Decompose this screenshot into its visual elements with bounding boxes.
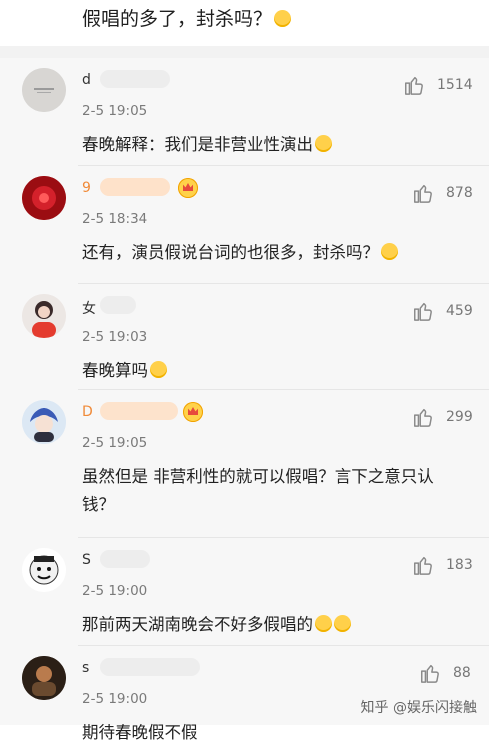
comment-item: S 2-5 19:00 那前两天湖南晚会不好多假唱的 183 (0, 538, 489, 646)
username-blur (100, 296, 136, 314)
username[interactable]: S (82, 552, 92, 568)
avatar[interactable] (22, 294, 66, 338)
like-count: 88 (453, 665, 471, 681)
laughing-emoji-icon (334, 615, 351, 632)
comment-text: 那前两天湖南晚会不好多假唱的 (82, 611, 462, 639)
thumb-up-icon (421, 664, 439, 683)
thumb-up-icon (414, 408, 432, 427)
comment-item: D 2-5 19:05 虽然但是 非营利性的就可以假唱？言下之意只认钱？ 299 (0, 390, 489, 538)
like-button[interactable]: 878 (412, 182, 473, 204)
comment-text: 虽然但是 非营利性的就可以假唱？言下之意只认钱？ (82, 467, 434, 514)
username[interactable]: D (82, 404, 94, 420)
top-comment-bar: 假唱的多了，封杀吗？ (0, 0, 489, 46)
comment-time: 2-5 19:00 (82, 583, 148, 599)
crown-badge-icon (178, 178, 198, 198)
emoji-icon (381, 243, 398, 260)
emoji-icon (274, 10, 292, 27)
like-button[interactable]: 1514 (403, 74, 473, 96)
comment-text: 期待春晚假不假 (82, 723, 198, 742)
like-count: 1514 (437, 77, 473, 93)
like-button[interactable]: 459 (412, 300, 473, 322)
username-blur (100, 550, 150, 568)
like-count: 878 (446, 185, 473, 201)
thumb-up-icon (405, 76, 423, 95)
comment-text: 春晚算吗 (82, 357, 462, 385)
watermark: 知乎 @娱乐闪接触 (360, 700, 477, 716)
comment-time: 2-5 19:03 (82, 329, 148, 345)
comment-text: 春晚解释：我们是非营业性演出 (82, 131, 462, 159)
avatar[interactable] (22, 400, 66, 444)
username[interactable]: 9 (82, 180, 92, 196)
avatar[interactable] (22, 548, 66, 592)
comment-text: 还有，演员假说台词的也很多，封杀吗？ (82, 239, 462, 267)
thumb-up-icon (414, 556, 432, 575)
thumb-up-icon (414, 302, 432, 321)
username[interactable]: 女 (82, 298, 97, 318)
comment-time: 2-5 19:05 (82, 103, 148, 119)
username[interactable]: d (82, 72, 92, 88)
comment-list: d 2-5 19:05 春晚解释：我们是非营业性演出 1514 9 2-5 18… (0, 58, 489, 742)
like-count: 459 (446, 303, 473, 319)
avatar[interactable] (22, 656, 66, 700)
laughing-emoji-icon (315, 615, 332, 632)
top-comment-text: 假唱的多了，封杀吗？ (82, 4, 292, 34)
comment-time: 2-5 19:00 (82, 691, 148, 707)
like-count: 299 (446, 409, 473, 425)
like-button[interactable]: 88 (419, 662, 471, 684)
like-count: 183 (446, 557, 473, 573)
username-blur (100, 70, 170, 88)
like-button[interactable]: 299 (412, 406, 473, 428)
username-blur (100, 178, 170, 196)
crown-badge-icon (183, 402, 203, 422)
comment-item: 女 2-5 19:03 春晚算吗 459 (0, 284, 489, 390)
comment-item: d 2-5 19:05 春晚解释：我们是非营业性演出 1514 (0, 58, 489, 166)
thumb-up-icon (414, 184, 432, 203)
username[interactable]: s (82, 660, 90, 676)
avatar[interactable] (22, 176, 66, 220)
comment-time: 2-5 19:05 (82, 435, 148, 451)
avatar[interactable] (22, 68, 66, 112)
emoji-icon (315, 135, 332, 152)
section-separator (0, 46, 489, 58)
username-blur (100, 658, 200, 676)
comment-item: 9 2-5 18:34 还有，演员假说台词的也很多，封杀吗？ 878 (0, 166, 489, 284)
like-button[interactable]: 183 (412, 554, 473, 576)
comment-time: 2-5 18:34 (82, 211, 148, 227)
username-blur (100, 402, 178, 420)
emoji-icon (150, 361, 167, 378)
